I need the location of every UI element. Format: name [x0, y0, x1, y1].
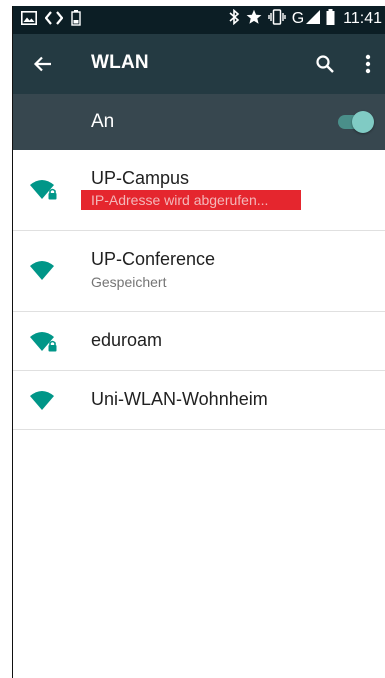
wifi-lock-icon [30, 332, 57, 352]
signal-icon [306, 10, 321, 28]
network-ssid: UP-Campus [91, 168, 190, 188]
network-item-eduroam[interactable]: eduroam [13, 312, 385, 371]
network-type-label: G [291, 10, 305, 27]
more-vert-icon [365, 54, 371, 74]
network-ssid: eduroam [91, 330, 163, 350]
network-ssid: Uni-WLAN-Wohnheim [91, 389, 268, 409]
wlan-master-switch-bar: An [13, 94, 385, 150]
wifi-lock-icon [30, 180, 57, 200]
arrow-back-icon [33, 56, 51, 72]
code-icon [44, 10, 64, 31]
search-button[interactable] [309, 48, 341, 80]
status-bar-left-icons [21, 10, 81, 31]
master-switch-label: An [91, 111, 115, 132]
network-item-up-conference[interactable]: UP-Conference Gespeichert [13, 231, 385, 312]
gallery-icon [21, 11, 37, 30]
search-icon [316, 55, 334, 73]
network-list: UP-Campus IP-Adresse wird abgerufen... U… [13, 150, 385, 430]
wifi-icon [30, 261, 54, 280]
wifi-icon [30, 391, 54, 410]
battery-icon [326, 9, 335, 29]
vibrate-icon [267, 9, 286, 29]
star-icon [246, 9, 262, 29]
more-options-button[interactable] [356, 48, 380, 80]
network-status-saved: Gespeichert [91, 274, 167, 290]
network-item-up-campus[interactable]: UP-Campus IP-Adresse wird abgerufen... [13, 150, 385, 231]
bluetooth-icon [228, 8, 240, 29]
back-button[interactable] [27, 48, 59, 80]
toggle-thumb [352, 111, 374, 133]
clock: 11:41 [343, 10, 382, 27]
page-title: WLAN [91, 52, 149, 73]
status-bar-right-icons: G 11:41 [228, 8, 382, 29]
status-bar: G 11:41 [13, 6, 385, 34]
battery-low-icon [71, 10, 81, 31]
network-status-connecting: IP-Adresse wird abgerufen... [81, 190, 301, 210]
wlan-toggle-switch[interactable] [336, 111, 374, 133]
network-item-uni-wlan-wohnheim[interactable]: Uni-WLAN-Wohnheim [13, 371, 385, 430]
network-ssid: UP-Conference [91, 249, 216, 269]
phone-screen: G 11:41 WLAN An UP-Campus IP-Adresse wir… [12, 6, 385, 678]
app-bar: WLAN [13, 34, 385, 94]
